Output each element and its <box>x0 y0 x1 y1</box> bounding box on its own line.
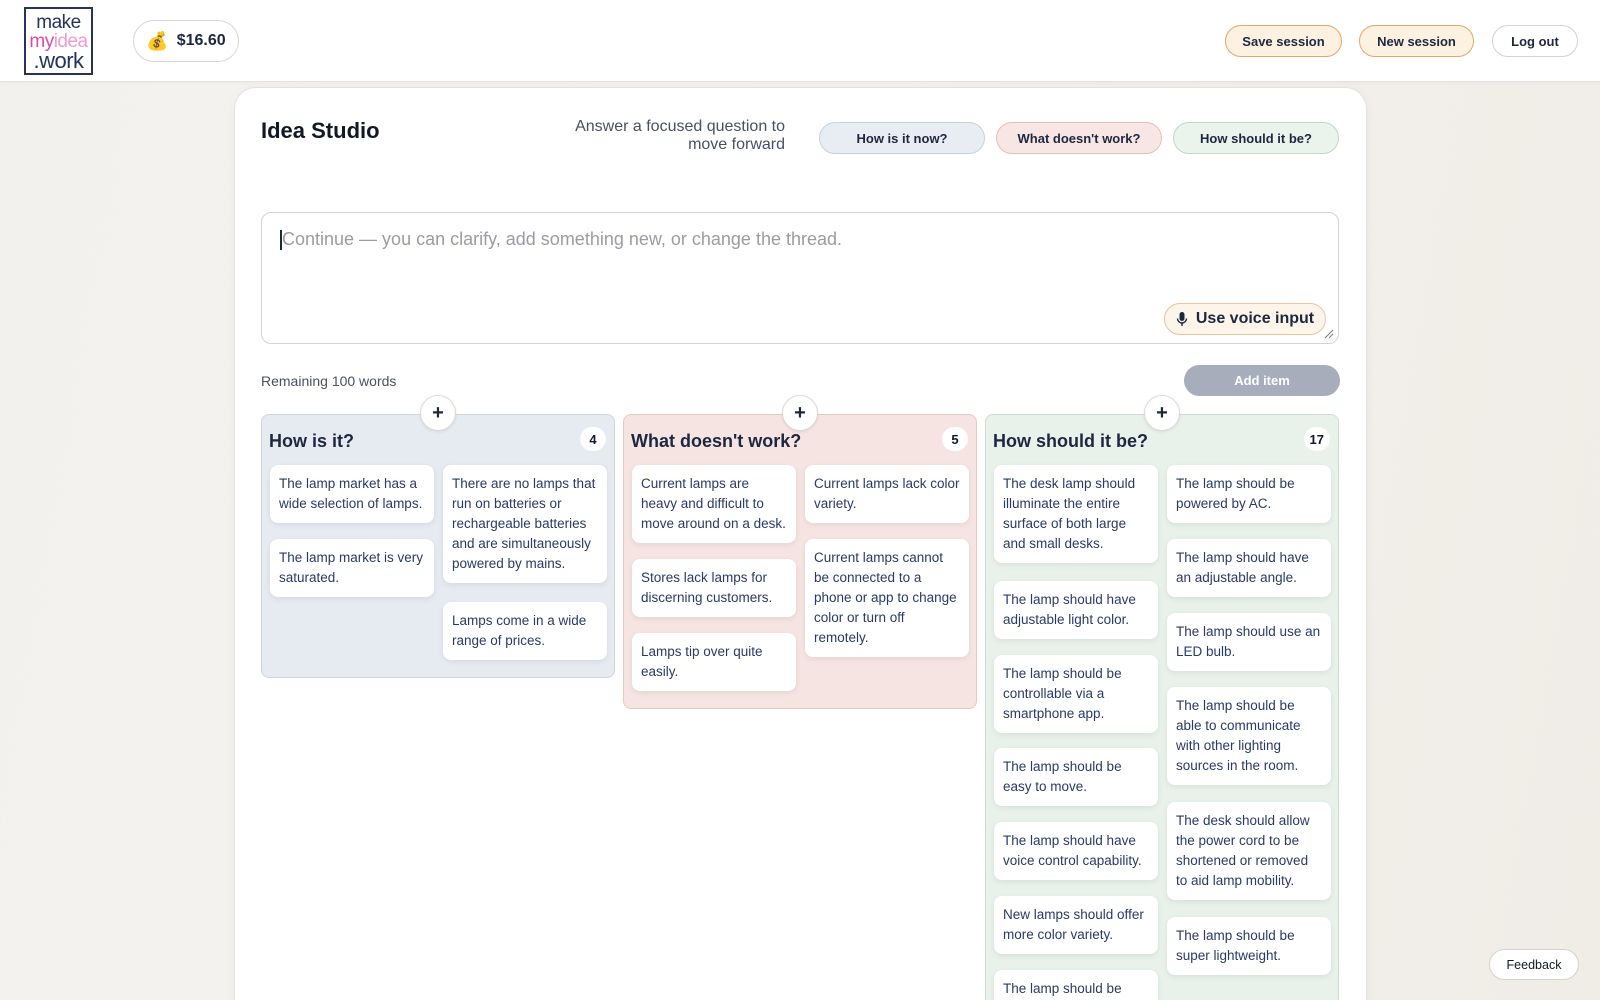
app-header: make myidea .work 💰 $16.60 Save session … <box>0 0 1600 82</box>
add-item-button[interactable]: Add item <box>1184 365 1340 396</box>
note-card[interactable]: Lamps come in a wide range of prices. <box>443 602 607 660</box>
money-bag-icon: 💰 <box>146 30 169 51</box>
note-card[interactable]: Stores lack lamps for discerning custome… <box>632 559 796 617</box>
note-card[interactable]: The lamp should be powered by AC. <box>1167 465 1331 523</box>
note-card[interactable]: The lamp should have an adjustable angle… <box>1167 539 1331 597</box>
idea-studio-card: Idea Studio Answer a focused question to… <box>234 87 1367 1000</box>
note-card[interactable]: The lamp should be <box>994 970 1158 1000</box>
note-card[interactable]: The lamp should have adjustable light co… <box>994 581 1158 639</box>
balance-amount: $16.60 <box>176 32 226 49</box>
column-title: What doesn't work? <box>631 431 802 451</box>
logo-line-1: make <box>36 11 81 33</box>
logo-line-3: .work <box>33 47 84 73</box>
note-card[interactable]: New lamps should offer more color variet… <box>994 896 1158 954</box>
column-title: How is it? <box>269 431 354 451</box>
question-how-is-it-now-button[interactable]: How is it now? <box>819 122 985 154</box>
note-card[interactable]: The lamp should use an LED bulb. <box>1167 613 1331 671</box>
log-out-button[interactable]: Log out <box>1492 25 1578 57</box>
add-note-plus-icon[interactable]: + <box>782 395 818 431</box>
note-card[interactable]: The lamp should be super lightweight. <box>1167 917 1331 975</box>
new-session-button[interactable]: New session <box>1359 25 1474 57</box>
note-card[interactable]: The lamp market has a wide selection of … <box>270 465 434 523</box>
idea-input-placeholder: Continue — you can clarify, add somethin… <box>282 229 843 249</box>
note-card[interactable]: The lamp should be able to communicate w… <box>1167 687 1331 785</box>
note-card[interactable]: Current lamps cannot be connected to a p… <box>805 539 969 657</box>
note-card[interactable]: The lamp market is very saturated. <box>270 539 434 597</box>
column-how-is-it: + How is it? 4 The lamp market has a wid… <box>261 395 615 678</box>
app-logo[interactable]: make myidea .work <box>24 7 93 75</box>
feedback-button[interactable]: Feedback <box>1489 949 1579 980</box>
balance-badge[interactable]: 💰 $16.60 <box>133 20 239 62</box>
column-title: How should it be? <box>993 431 1148 451</box>
note-card[interactable]: Current lamps are heavy and difficult to… <box>632 465 796 543</box>
note-card[interactable]: Current lamps lack color variety. <box>805 465 969 523</box>
column-how-should-it-be: + How should it be? 17 The desk lamp sho… <box>985 395 1339 1000</box>
microphone-icon <box>1176 312 1188 326</box>
note-card[interactable]: The desk lamp should illuminate the enti… <box>994 465 1158 563</box>
column-count-badge: 17 <box>1303 427 1330 451</box>
note-card[interactable]: The lamp should have voice control capab… <box>994 822 1158 880</box>
column-what-doesnt-work: + What doesn't work? 5 Current lamps are… <box>623 395 977 709</box>
column-count-badge: 5 <box>942 427 968 451</box>
note-card[interactable]: The lamp should be controllable via a sm… <box>994 655 1158 733</box>
note-card[interactable]: The lamp should be easy to move. <box>994 748 1158 806</box>
page-title: Idea Studio <box>261 118 380 143</box>
voice-input-button[interactable]: Use voice input <box>1164 303 1326 335</box>
idea-input[interactable]: Continue — you can clarify, add somethin… <box>261 212 1339 344</box>
note-card[interactable]: The desk should allow the power cord to … <box>1167 802 1331 900</box>
voice-input-label: Use voice input <box>1195 310 1315 327</box>
remaining-words: Remaining 100 words <box>261 373 397 389</box>
column-count-badge: 4 <box>580 427 606 451</box>
question-how-should-it-be-button[interactable]: How should it be? <box>1173 122 1339 154</box>
note-card[interactable]: There are no lamps that run on batteries… <box>443 465 607 583</box>
add-note-plus-icon[interactable]: + <box>1144 395 1180 431</box>
note-card[interactable]: Lamps tip over quite easily. <box>632 633 796 691</box>
resize-handle-icon[interactable] <box>1324 329 1334 339</box>
question-what-doesnt-work-button[interactable]: What doesn't work? <box>996 122 1162 154</box>
save-session-button[interactable]: Save session <box>1225 25 1342 57</box>
add-note-plus-icon[interactable]: + <box>420 395 456 431</box>
focus-prompt: Answer a focused question to move forwar… <box>575 118 785 153</box>
